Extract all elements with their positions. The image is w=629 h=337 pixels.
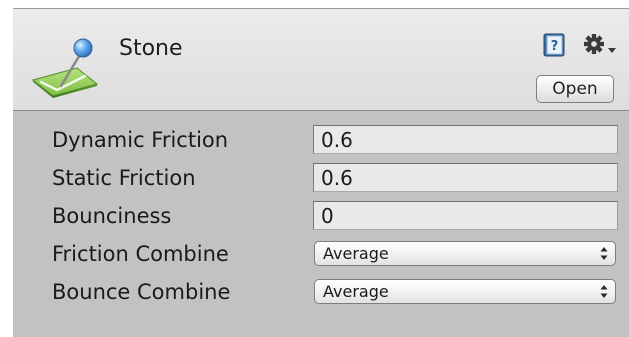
property-row-friction-combine: Friction Combine Average xyxy=(13,236,629,272)
select-arrows-icon xyxy=(600,247,608,260)
asset-name: Stone xyxy=(119,36,183,61)
friction-combine-dropdown[interactable]: Average xyxy=(314,241,616,266)
static-friction-label: Static Friction xyxy=(52,166,196,190)
help-book-icon[interactable]: ? xyxy=(543,33,565,57)
bounce-combine-label: Bounce Combine xyxy=(52,280,231,304)
property-row-dynamic-friction: Dynamic Friction xyxy=(13,122,629,158)
property-row-static-friction: Static Friction xyxy=(13,160,629,196)
physic-material-icon xyxy=(31,38,99,98)
dynamic-friction-label: Dynamic Friction xyxy=(52,128,229,152)
static-friction-field[interactable] xyxy=(313,163,618,192)
bounce-combine-value: Average xyxy=(323,282,389,301)
header-divider xyxy=(13,8,629,9)
material-inspector: Stone ? Open Dynamic Friction 0.6 Static… xyxy=(13,8,629,337)
friction-combine-value: Average xyxy=(323,244,389,263)
dynamic-friction-field[interactable] xyxy=(313,125,618,154)
gear-dropdown-icon[interactable] xyxy=(583,33,617,57)
bounciness-field[interactable] xyxy=(313,201,618,230)
bounciness-label: Bounciness xyxy=(52,204,172,228)
open-button[interactable]: Open xyxy=(536,75,614,103)
property-row-bounciness: Bounciness xyxy=(13,198,629,234)
svg-text:?: ? xyxy=(551,39,559,54)
property-row-bounce-combine: Bounce Combine Average xyxy=(13,274,629,310)
select-arrows-icon xyxy=(600,285,608,298)
inspector-header: Stone ? Open xyxy=(13,8,629,111)
friction-combine-label: Friction Combine xyxy=(52,242,229,266)
bounce-combine-dropdown[interactable]: Average xyxy=(314,279,616,304)
